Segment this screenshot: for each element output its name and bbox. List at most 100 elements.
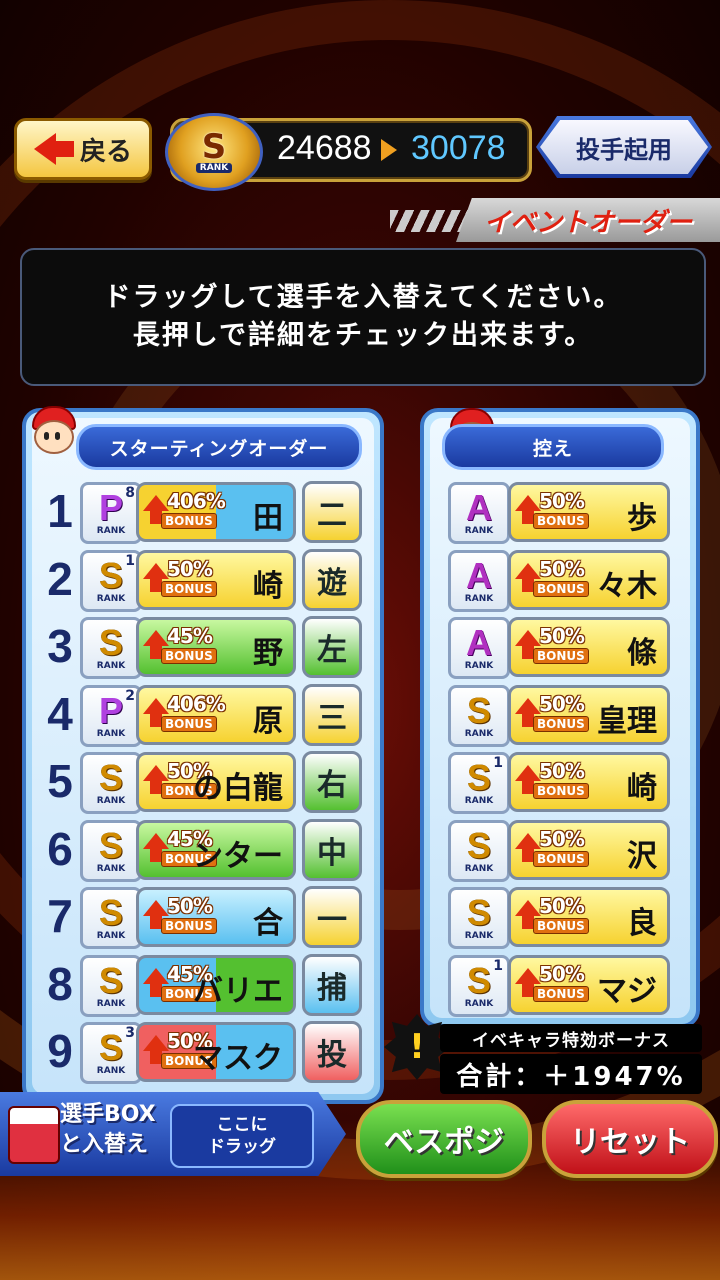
player-card[interactable]: 50% BONUS マスク <box>136 1022 296 1082</box>
player-rank-icon: S RANK <box>80 887 142 949</box>
bonus-label: BONUS <box>533 580 589 597</box>
rank-label: RANK <box>96 728 126 739</box>
rank-letter: S <box>98 757 123 798</box>
player-name: 皇理 <box>597 703 657 739</box>
instruction-box: ドラッグして選手を入替えてください。 長押しで詳細をチェック出来ます。 <box>20 248 706 386</box>
rank-label: RANK <box>96 998 126 1009</box>
field-position[interactable]: 捕 <box>302 953 362 1016</box>
player-card[interactable]: 50% BONUS 歩 <box>508 482 670 542</box>
player-card[interactable]: 50% BONUS 皇理 <box>508 684 670 745</box>
player-name: 歩 <box>627 501 657 536</box>
field-position[interactable]: 投 <box>302 1021 362 1083</box>
bonus-percent: 406% <box>167 489 226 513</box>
player-name: 良 <box>627 906 657 941</box>
batting-order-number: 3 <box>47 620 73 672</box>
player-rank-icon: S RANK 1 <box>80 549 142 612</box>
bonus-tag: 50% BONUS <box>515 624 611 670</box>
batting-order-number: 7 <box>47 890 73 942</box>
lineup-row[interactable]: 1 P RANK 8 406% BONUS 田二 <box>40 480 366 544</box>
bonus-percent: 50% <box>539 826 585 851</box>
field-position[interactable]: 一 <box>302 886 362 948</box>
event-order-label: イベントオーダー <box>483 207 692 238</box>
player-card[interactable]: 50% BONUS マジ <box>508 954 670 1015</box>
up-arrow-icon <box>515 630 541 659</box>
player-card[interactable]: 50% BONUS 々木 <box>508 549 670 610</box>
up-arrow-icon <box>143 562 169 592</box>
bonus-percent: 50% <box>539 489 585 513</box>
player-card[interactable]: 50% BONUS 條 <box>508 617 670 677</box>
bench-row[interactable]: A RANK 50% BONUS 條 <box>448 615 672 679</box>
field-position[interactable]: 左 <box>302 616 362 678</box>
lineup-row[interactable]: 5 S RANK 50% BONUS の白龍右 <box>40 750 366 814</box>
player-card[interactable]: 406% BONUS 田 <box>136 482 296 542</box>
lineup-row[interactable]: 7 S RANK 50% BONUS 合一 <box>40 885 366 949</box>
bonus-tag: 406% BONUS <box>143 692 239 738</box>
bonus-percent: 50% <box>167 556 213 581</box>
lineup-row[interactable]: 2 S RANK 1 50% BONUS 崎遊 <box>40 548 366 612</box>
bench-row[interactable]: S RANK 1 50% BONUS 崎 <box>448 750 672 814</box>
bench-title: 控え <box>532 437 573 460</box>
player-name: 沢 <box>627 838 657 874</box>
rank-label: RANK <box>96 931 126 941</box>
player-name: 崎 <box>627 771 657 806</box>
field-position[interactable]: 三 <box>302 683 362 746</box>
field-position[interactable]: 右 <box>302 751 362 813</box>
pitcher-button[interactable]: 投手起用 <box>536 116 712 178</box>
rank-label: RANK <box>96 593 126 604</box>
field-position[interactable]: 二 <box>302 481 362 543</box>
bonus-tag: 45% BONUS <box>143 624 239 670</box>
event-order-tag: イベントオーダー <box>390 198 720 242</box>
rank-letter: S <box>98 622 123 663</box>
drop-zone-line-2: ドラッグ <box>208 1137 276 1157</box>
up-arrow-icon <box>515 832 541 862</box>
drop-zone-line-1: ここに <box>216 1115 268 1135</box>
player-rank-icon: A RANK <box>448 617 510 679</box>
player-name: 田 <box>253 501 283 536</box>
lineup-row[interactable]: 3 S RANK 45% BONUS 野左 <box>40 615 366 679</box>
player-card[interactable]: 50% BONUS 合 <box>136 887 296 947</box>
bench-row[interactable]: A RANK 50% BONUS 歩 <box>448 480 672 544</box>
lineup-row[interactable]: 6 S RANK 45% BONUS ンター中 <box>40 818 366 882</box>
player-card[interactable]: 50% BONUS 崎 <box>136 549 296 610</box>
reset-button[interactable]: リセット <box>542 1100 718 1178</box>
lineup-row[interactable]: 4 P RANK 2 406% BONUS 原三 <box>40 683 366 747</box>
bench-row[interactable]: S RANK 50% BONUS 良 <box>448 885 672 949</box>
rank-label: RANK <box>464 661 494 671</box>
bonus-label: BONUS <box>533 985 589 1002</box>
player-name: 合 <box>253 906 283 941</box>
player-name: マスク <box>193 1041 283 1076</box>
up-arrow-icon <box>143 495 169 524</box>
up-arrow-icon <box>143 1035 169 1064</box>
lineup-row[interactable]: 9 S RANK 3 50% BONUS マスク投 <box>40 1020 366 1084</box>
bench-row[interactable]: S RANK 50% BONUS 皇理 <box>448 683 672 747</box>
field-position[interactable]: 遊 <box>302 548 362 611</box>
lineup-row[interactable]: 8 S RANK 45% BONUS バリエ捕 <box>40 953 366 1017</box>
player-name: の白龍 <box>193 771 283 806</box>
player-rank-icon: S RANK <box>80 752 142 814</box>
player-card[interactable]: 50% BONUS 良 <box>508 887 670 947</box>
bench-row[interactable]: A RANK 50% BONUS 々木 <box>448 548 672 612</box>
best-position-button[interactable]: ベスポジ <box>356 1100 532 1178</box>
player-card[interactable]: 50% BONUS 沢 <box>508 819 670 880</box>
rank-level: 1 <box>125 552 135 569</box>
player-card[interactable]: 406% BONUS 原 <box>136 684 296 745</box>
back-button[interactable]: 戻る <box>14 118 152 180</box>
bench-header: 控え <box>442 424 664 470</box>
bonus-percent: 50% <box>539 961 585 986</box>
player-card[interactable]: 50% BONUS 崎 <box>508 752 670 812</box>
bench-row[interactable]: S RANK 1 50% BONUS マジ <box>448 953 672 1017</box>
up-arrow-icon <box>143 900 169 929</box>
field-position[interactable]: 中 <box>302 818 362 881</box>
player-card[interactable]: 50% BONUS の白龍 <box>136 752 296 812</box>
player-card[interactable]: 45% BONUS 野 <box>136 617 296 677</box>
player-card[interactable]: 45% BONUS バリエ <box>136 954 296 1015</box>
bonus-label: BONUS <box>533 513 589 529</box>
player-box-swap[interactable]: 選手BOX と入替え ここに ドラッグ <box>0 1092 346 1176</box>
bonus-alert-title: イベキャラ特効ボーナス <box>440 1024 702 1052</box>
drop-zone[interactable]: ここに ドラッグ <box>170 1104 314 1168</box>
player-rank-icon: A RANK <box>448 549 510 612</box>
starting-order-title: スターティングオーダー <box>109 437 329 460</box>
player-card[interactable]: 45% BONUS ンター <box>136 819 296 880</box>
up-arrow-icon <box>515 562 541 592</box>
bench-row[interactable]: S RANK 50% BONUS 沢 <box>448 818 672 882</box>
